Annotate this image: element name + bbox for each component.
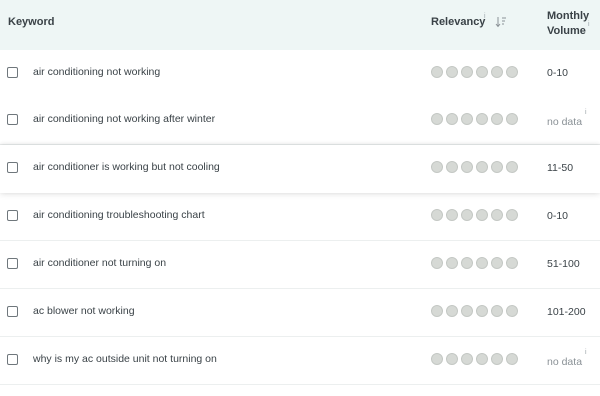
relevancy-dot	[446, 66, 458, 78]
relevancy-dot	[446, 305, 458, 317]
volume-header-line2: Volume	[547, 25, 586, 37]
table-row: air conditioning not working 0-10	[0, 50, 600, 98]
table-row: air conditioning troubleshooting chart 0…	[0, 193, 600, 241]
relevancy-dot	[431, 257, 443, 269]
keyword-text[interactable]: ac blower not working	[33, 305, 135, 317]
row-checkbox[interactable]	[7, 258, 18, 269]
relevancy-dot	[491, 305, 503, 317]
relevancy-dot	[446, 113, 458, 125]
monthly-volume: no data	[547, 356, 583, 368]
table-row: air conditioner not turning on 51-100	[0, 241, 600, 289]
relevancy-dots	[431, 353, 518, 365]
relevancy-dot	[491, 113, 503, 125]
relevancy-dot	[446, 257, 458, 269]
relevancy-dot	[461, 353, 473, 365]
relevancy-dot	[476, 209, 488, 221]
keyword-text[interactable]: air conditioning not working after winte…	[33, 113, 215, 125]
column-header-monthly-volume[interactable]: Monthly Volume	[547, 9, 589, 39]
monthly-volume: no data	[547, 116, 583, 128]
relevancy-dot	[506, 209, 518, 221]
no-data-info-icon[interactable]: i	[585, 109, 587, 116]
relevancy-info-icon[interactable]: i	[484, 13, 486, 20]
keyword-text[interactable]: air conditioning troubleshooting chart	[33, 209, 205, 221]
monthly-volume: 0-10	[547, 210, 569, 222]
relevancy-dot	[491, 161, 503, 173]
row-checkbox[interactable]	[7, 162, 18, 173]
relevancy-dots	[431, 305, 518, 317]
relevancy-dot	[431, 113, 443, 125]
keyword-text[interactable]: air conditioning not working	[33, 66, 160, 78]
row-checkbox[interactable]	[7, 67, 18, 78]
relevancy-dot	[506, 305, 518, 317]
relevancy-dot	[461, 161, 473, 173]
relevancy-dots	[431, 161, 518, 173]
relevancy-dots	[431, 257, 518, 269]
relevancy-dot	[446, 353, 458, 365]
relevancy-dots	[431, 113, 518, 125]
relevancy-dot	[491, 66, 503, 78]
relevancy-dot	[446, 209, 458, 221]
relevancy-dot	[431, 161, 443, 173]
table-row: air conditioner is working but not cooli…	[0, 145, 600, 193]
column-header-relevancy[interactable]: Relevancy	[431, 16, 485, 28]
relevancy-dot	[476, 305, 488, 317]
monthly-volume: 101-200	[547, 306, 586, 318]
relevancy-dot	[506, 113, 518, 125]
no-data-info-icon[interactable]: i	[585, 349, 587, 356]
row-checkbox[interactable]	[7, 306, 18, 317]
relevancy-dot	[461, 66, 473, 78]
row-checkbox[interactable]	[7, 210, 18, 221]
relevancy-dot	[431, 353, 443, 365]
relevancy-dot	[476, 66, 488, 78]
row-checkbox[interactable]	[7, 114, 18, 125]
keyword-text[interactable]: why is my ac outside unit not turning on	[33, 353, 217, 365]
relevancy-dot	[461, 305, 473, 317]
table-row: why is my ac outside unit not turning on…	[0, 337, 600, 385]
volume-info-icon[interactable]: i	[588, 21, 590, 28]
relevancy-dot	[461, 209, 473, 221]
relevancy-dot	[431, 209, 443, 221]
relevancy-dot	[491, 209, 503, 221]
monthly-volume: 0-10	[547, 67, 569, 79]
sort-descending-icon[interactable]	[495, 15, 507, 33]
relevancy-dot	[491, 257, 503, 269]
monthly-volume: 11-50	[547, 162, 574, 174]
relevancy-dot	[446, 161, 458, 173]
table-row: ac blower not working 101-200	[0, 289, 600, 337]
keyword-text[interactable]: air conditioner is working but not cooli…	[33, 161, 220, 173]
relevancy-dot	[506, 353, 518, 365]
relevancy-dot	[431, 66, 443, 78]
relevancy-dots	[431, 66, 518, 78]
keyword-table: Keyword Relevancy i Monthly Volume i air…	[0, 0, 600, 396]
table-row: air conditioning not working after winte…	[0, 97, 600, 145]
relevancy-dots	[431, 209, 518, 221]
relevancy-dot	[506, 161, 518, 173]
relevancy-dot	[461, 257, 473, 269]
keyword-text[interactable]: air conditioner not turning on	[33, 257, 166, 269]
relevancy-dot	[476, 353, 488, 365]
table-header: Keyword Relevancy i Monthly Volume i	[0, 0, 600, 50]
relevancy-dot	[431, 305, 443, 317]
row-checkbox[interactable]	[7, 354, 18, 365]
relevancy-dot	[476, 257, 488, 269]
column-header-keyword[interactable]: Keyword	[8, 16, 54, 28]
relevancy-dot	[476, 161, 488, 173]
relevancy-dot	[461, 113, 473, 125]
relevancy-dot	[476, 113, 488, 125]
relevancy-dot	[506, 257, 518, 269]
volume-header-line1: Monthly	[547, 10, 590, 22]
relevancy-dot	[491, 353, 503, 365]
relevancy-dot	[506, 66, 518, 78]
monthly-volume: 51-100	[547, 258, 580, 270]
